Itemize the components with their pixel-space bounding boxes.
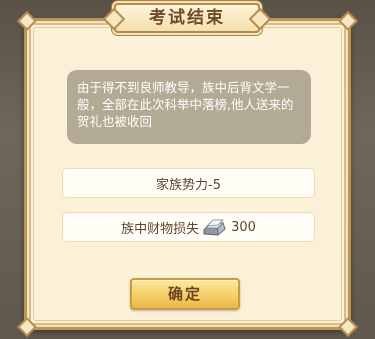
influence-change-row: 家族势力-5 xyxy=(62,168,315,198)
wealth-loss-label: 族中财物损失 xyxy=(121,221,200,237)
dialog-corner-ornament xyxy=(338,317,358,337)
result-message: 由于得不到良师教导，族中后背文学一般，全部在此次科举中落榜,他人送来的贺礼也被收… xyxy=(67,70,311,144)
silver-ingot-icon xyxy=(203,219,226,236)
confirm-button[interactable]: 确定 xyxy=(130,278,240,310)
influence-change-text: 家族势力-5 xyxy=(156,177,221,193)
dialog-corner-ornament xyxy=(17,317,37,337)
dialog-title: 考试结束 xyxy=(149,8,225,28)
wealth-loss-value: 300 xyxy=(231,219,256,235)
dialog-corner-ornament xyxy=(338,11,358,31)
wealth-loss-row: 族中财物损失 300 xyxy=(62,212,315,242)
game-screen: 考试结束 由于得不到良师教导，族中后背文学一般，全部在此次科举中落榜,他人送来的… xyxy=(0,0,375,339)
dialog-corner-ornament xyxy=(17,11,37,31)
dialog-title-plate: 考试结束 xyxy=(114,3,260,33)
